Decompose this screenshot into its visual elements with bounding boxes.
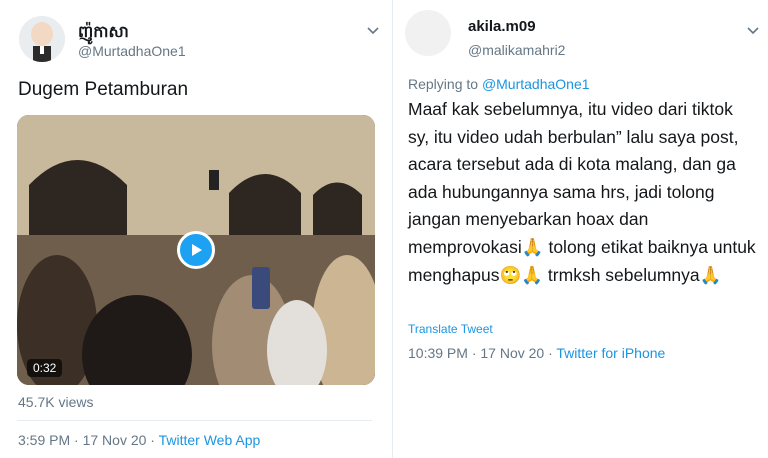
mention-link[interactable]: @MurtadhaOne1: [482, 76, 590, 92]
translate-tweet-link[interactable]: Translate Tweet: [408, 322, 493, 336]
view-count: 45.7K views: [18, 394, 94, 410]
tweet-meta: 10:39 PM · 17 Nov 20 · Twitter for iPhon…: [408, 345, 665, 361]
tweet-text-part: Maaf kak sebelumnya, itu video dari tikt…: [408, 99, 739, 257]
tweet-meta: 3:59 PM · 17 Nov 20 · Twitter Web App: [18, 432, 260, 448]
timestamp[interactable]: 10:39 PM · 17 Nov 20 ·: [408, 345, 556, 361]
play-icon: [192, 244, 202, 256]
play-button[interactable]: [177, 231, 215, 269]
tweet-text: Maaf kak sebelumnya, itu video dari tikt…: [408, 96, 758, 291]
username[interactable]: @MurtadhaOne1: [78, 43, 186, 59]
tweet-text: Dugem Petamburan: [18, 79, 189, 100]
folded-hands-icon: 🙏: [699, 266, 722, 286]
eye-roll-icon: 🙄: [499, 266, 522, 286]
tweet-text-part: trmksh sebelumnya: [543, 265, 700, 285]
chevron-down-icon[interactable]: [365, 22, 381, 38]
left-tweet: ញ៉ូកាសា @MurtadhaOne1 Dugem Petamburan 0…: [0, 0, 392, 458]
replying-to: Replying to @MurtadhaOne1: [408, 76, 590, 92]
video-duration: 0:32: [27, 359, 63, 377]
timestamp[interactable]: 3:59 PM · 17 Nov 20 ·: [18, 432, 159, 448]
chevron-down-icon[interactable]: [745, 22, 761, 38]
username[interactable]: @malikamahri2: [468, 42, 565, 58]
source-link[interactable]: Twitter for iPhone: [556, 345, 665, 361]
display-name[interactable]: akila.m09: [468, 18, 536, 35]
avatar[interactable]: [405, 10, 451, 56]
display-name[interactable]: ញ៉ូកាសា: [78, 21, 129, 45]
avatar[interactable]: [19, 16, 65, 62]
divider: [17, 420, 372, 421]
replying-to-label: Replying to: [408, 76, 482, 92]
source-link[interactable]: Twitter Web App: [159, 432, 261, 448]
folded-hands-icon: 🙏: [521, 266, 544, 286]
folded-hands-icon: 🙏: [521, 237, 544, 258]
video-player[interactable]: 0:32: [17, 115, 375, 385]
right-tweet: akila.m09 @malikamahri2 Replying to @Mur…: [392, 0, 768, 458]
